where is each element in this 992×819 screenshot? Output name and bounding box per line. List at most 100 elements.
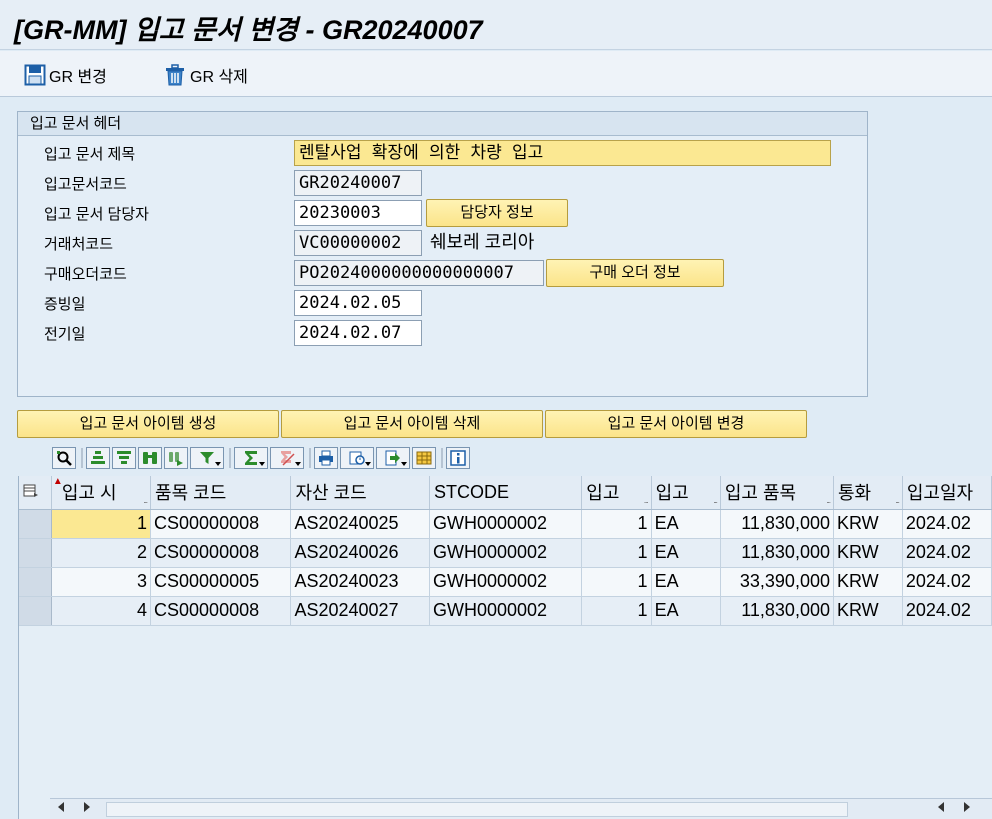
find-next-icon[interactable] xyxy=(164,447,188,469)
toolbar-separator xyxy=(81,448,83,468)
manager-info-button[interactable]: 담당자 정보 xyxy=(426,199,568,227)
layout-icon[interactable] xyxy=(412,447,436,469)
delete-item-button[interactable]: 입고 문서 아이템 삭제 xyxy=(281,410,543,438)
gr-change-label: GR 변경 xyxy=(49,69,107,86)
column-header[interactable]: 입고 xyxy=(651,476,721,510)
table-cell[interactable]: 2 xyxy=(51,538,152,568)
scroll-right-end-icon[interactable] xyxy=(964,802,970,812)
column-header[interactable]: 품목 코드 xyxy=(150,476,292,510)
column-header[interactable]: 자산 코드 xyxy=(290,476,430,510)
views-icon[interactable] xyxy=(340,447,374,469)
table-cell[interactable]: KRW xyxy=(833,538,903,568)
table-cell[interactable]: 33,390,000 xyxy=(720,567,834,597)
table-cell[interactable]: 4 xyxy=(51,596,152,626)
table-cell[interactable]: 11,830,000 xyxy=(720,538,834,568)
trash-icon xyxy=(166,64,184,86)
table-cell[interactable]: KRW xyxy=(833,567,903,597)
sort-descending-icon[interactable] xyxy=(112,447,136,469)
table-cell[interactable]: CS00000005 xyxy=(150,567,292,597)
table-cell[interactable]: 11,830,000 xyxy=(720,509,834,539)
column-header[interactable]: 입고 xyxy=(581,476,652,510)
po-code-field[interactable]: PO2024000000000000007 xyxy=(294,260,544,286)
column-header-label: 품목 코드 xyxy=(155,483,227,504)
table-cell[interactable]: 11,830,000 xyxy=(720,596,834,626)
main-content: 입고 문서 헤더 입고 문서 제목 렌탈사업 확장에 의한 차량 입고 입고문서… xyxy=(0,98,992,819)
table-cell[interactable]: GWH0000002 xyxy=(429,567,583,597)
create-item-button[interactable]: 입고 문서 아이템 생성 xyxy=(17,410,279,438)
table-cell[interactable]: EA xyxy=(651,567,721,597)
table-cell[interactable]: 1 xyxy=(581,509,652,539)
table-row[interactable]: 4 CS00000008 AS20240027 GWH0000002 1 EA … xyxy=(19,596,992,626)
sort-indicator-icon: ▲ xyxy=(52,476,63,487)
table-row[interactable]: 2 CS00000008 AS20240026 GWH0000002 1 EA … xyxy=(19,538,992,568)
row-selector[interactable] xyxy=(19,567,52,597)
vendor-name: 쉐보레 코리아 xyxy=(430,232,535,252)
table-cell[interactable]: CS00000008 xyxy=(150,538,292,568)
scroll-right-icon[interactable] xyxy=(84,802,90,812)
table-cell[interactable]: AS20240027 xyxy=(290,596,430,626)
info-icon[interactable] xyxy=(446,447,470,469)
doc-code-field[interactable]: GR20240007 xyxy=(294,170,422,196)
table-cell[interactable]: GWH0000002 xyxy=(429,596,583,626)
select-all-cell[interactable] xyxy=(19,476,52,510)
details-icon[interactable] xyxy=(52,447,76,469)
horizontal-scrollbar[interactable] xyxy=(50,798,992,819)
table-cell[interactable]: 1 xyxy=(581,567,652,597)
table-cell[interactable]: 1 xyxy=(51,509,152,539)
table-cell[interactable]: 2024.02 xyxy=(902,596,992,626)
table-cell[interactable]: EA xyxy=(651,509,721,539)
table-row[interactable]: 1 CS00000008 AS20240025 GWH0000002 1 EA … xyxy=(19,509,992,539)
filter-icon[interactable] xyxy=(190,447,224,469)
table-cell[interactable]: 3 xyxy=(51,567,152,597)
table-cell[interactable]: KRW xyxy=(833,509,903,539)
table-cell[interactable]: AS20240026 xyxy=(290,538,430,568)
header-panel: 입고 문서 헤더 입고 문서 제목 렌탈사업 확장에 의한 차량 입고 입고문서… xyxy=(17,111,868,397)
export-icon[interactable] xyxy=(376,447,410,469)
column-header[interactable]: ▲ 입고 시 xyxy=(51,476,152,510)
column-header[interactable]: 입고일자 xyxy=(902,476,992,510)
table-cell[interactable]: KRW xyxy=(833,596,903,626)
doc-date-field[interactable]: 2024.02.05 xyxy=(294,290,422,316)
scroll-left-end-icon[interactable] xyxy=(938,802,944,812)
row-selector[interactable] xyxy=(19,538,52,568)
table-cell[interactable]: AS20240025 xyxy=(290,509,430,539)
table-cell[interactable]: 2024.02 xyxy=(902,538,992,568)
row-selector[interactable] xyxy=(19,509,52,539)
row-selector[interactable] xyxy=(19,596,52,626)
table-cell[interactable]: CS00000008 xyxy=(150,509,292,539)
table-cell[interactable]: 1 xyxy=(581,538,652,568)
table-cell[interactable]: 2024.02 xyxy=(902,509,992,539)
po-info-button[interactable]: 구매 오더 정보 xyxy=(546,259,724,287)
manager-field[interactable]: 20230003 xyxy=(294,200,422,226)
table-cell[interactable]: EA xyxy=(651,596,721,626)
find-icon[interactable] xyxy=(138,447,162,469)
column-header-label: 입고 시 xyxy=(61,483,117,504)
doc-title-field[interactable]: 렌탈사업 확장에 의한 차량 입고 xyxy=(294,140,831,166)
column-header[interactable]: 입고 품목 xyxy=(720,476,834,510)
table-cell[interactable]: 1 xyxy=(581,596,652,626)
print-icon[interactable] xyxy=(314,447,338,469)
column-header-label: STCODE xyxy=(433,481,509,502)
table-cell[interactable]: 2024.02 xyxy=(902,567,992,597)
sort-ascending-icon[interactable] xyxy=(86,447,110,469)
column-header[interactable]: STCODE xyxy=(429,476,583,510)
scroll-left-icon[interactable] xyxy=(58,802,64,812)
vendor-code-field[interactable]: VC00000002 xyxy=(294,230,422,256)
table-row[interactable]: 3 CS00000005 AS20240023 GWH0000002 1 EA … xyxy=(19,567,992,597)
table-cell[interactable]: EA xyxy=(651,538,721,568)
doc-date-label: 증빙일 xyxy=(44,296,86,313)
gr-delete-label: GR 삭제 xyxy=(190,69,248,86)
post-date-field[interactable]: 2024.02.07 xyxy=(294,320,422,346)
table-cell[interactable]: AS20240023 xyxy=(290,567,430,597)
table-cell[interactable]: GWH0000002 xyxy=(429,538,583,568)
table-cell[interactable]: CS00000008 xyxy=(150,596,292,626)
change-item-button[interactable]: 입고 문서 아이템 변경 xyxy=(545,410,807,438)
subtotal-icon[interactable] xyxy=(270,447,304,469)
scrollbar-track[interactable] xyxy=(106,802,848,817)
column-header[interactable]: 통화 xyxy=(833,476,903,510)
table-cell[interactable]: GWH0000002 xyxy=(429,509,583,539)
gr-delete-button[interactable]: GR 삭제 xyxy=(163,63,248,87)
column-header-label: 입고 xyxy=(655,483,689,504)
sum-icon[interactable] xyxy=(234,447,268,469)
gr-change-button[interactable]: GR 변경 xyxy=(24,63,107,87)
